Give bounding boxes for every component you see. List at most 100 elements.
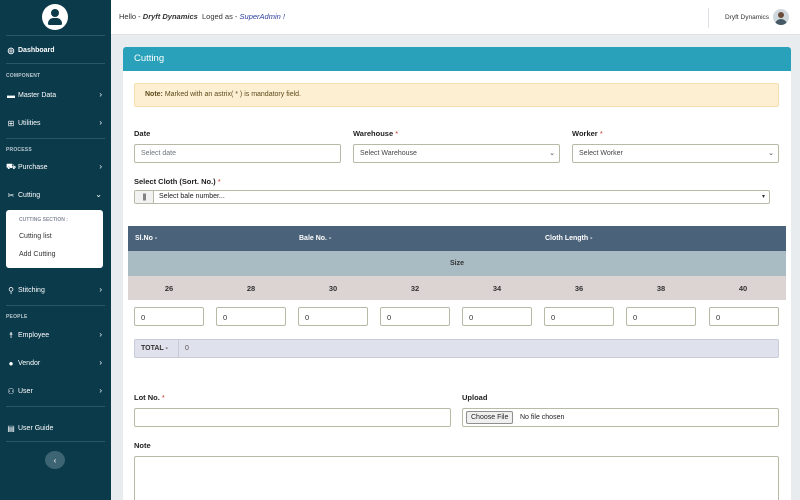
topbar: Hello - Dryft Dynamics Loged as - SuperA… <box>111 0 800 35</box>
warehouse-select[interactable]: Select Warehouse ⌄ <box>353 144 560 163</box>
size-28-qty-input[interactable]: 0 <box>216 307 286 326</box>
size-label: 40 <box>738 284 748 293</box>
size-30-qty-input[interactable]: 0 <box>298 307 368 326</box>
sidebar-item-master-data[interactable]: ▬ Master Data › <box>0 85 111 105</box>
cart-icon: ⛟ <box>5 162 17 171</box>
size-label: 26 <box>164 284 174 293</box>
chevron-right-icon: › <box>99 358 102 367</box>
size-label: 36 <box>574 284 584 293</box>
size-26-qty-input[interactable]: 0 <box>134 307 204 326</box>
size-header: Size <box>128 251 786 276</box>
sidebar-item-stitching[interactable]: ⚲ Stitching › <box>0 280 111 300</box>
lot-label-text: Lot No. <box>134 393 160 402</box>
caret-down-icon: ▾ <box>761 194 765 200</box>
sidebar-item-label: Dashboard <box>18 46 55 54</box>
divider <box>6 138 105 139</box>
note-alert: Note: Marked with an astrix( * ) is mand… <box>134 83 779 107</box>
sidebar-item-label: Stitching <box>18 286 45 294</box>
cloth-label: Select Cloth (Sort. No.) * <box>134 177 221 186</box>
person-icon: ☨ <box>8 330 14 340</box>
dashboard-icon: ◎ <box>7 45 15 55</box>
divider <box>6 406 105 407</box>
size-label: 28 <box>246 284 256 293</box>
section-heading: COMPONENT <box>6 73 41 79</box>
divider <box>6 63 105 64</box>
upload-label: Upload <box>462 393 488 402</box>
section-heading: PEOPLE <box>6 314 28 320</box>
greeting-hello: Hello - <box>119 12 141 21</box>
sidebar-item-label: Purchase <box>18 163 48 171</box>
file-upload[interactable]: Choose File No file chosen <box>462 408 779 427</box>
barcode-icon: ||| <box>135 191 154 203</box>
greeting-logged-as: Loged as - <box>201 12 238 21</box>
sidebar-item-label: User Guide <box>18 424 54 432</box>
sidebar-item-label: Vendor <box>18 359 41 367</box>
cutting-card: Cutting Note: Marked with an astrix( * )… <box>123 47 791 500</box>
sidebar-item-label: Cutting <box>18 191 41 199</box>
column-header-cloth-length: Cloth Length - <box>545 235 593 242</box>
sidebar-item-utilities[interactable]: ⊞ Utilities › <box>0 113 111 133</box>
chevron-right-icon: › <box>99 330 102 339</box>
worker-label: Worker * <box>572 129 603 138</box>
worker-select[interactable]: Select Worker ⌄ <box>572 144 779 163</box>
sidebar-item-label: User <box>18 387 33 395</box>
column-header-bale: Bale No. - <box>299 235 332 242</box>
greeting-role: SuperAdmin ! <box>239 12 285 21</box>
note-textarea[interactable] <box>134 456 779 500</box>
submenu-item-cutting-list[interactable]: Cutting list <box>19 233 52 240</box>
size-label: 32 <box>410 284 420 293</box>
lot-number-input[interactable] <box>134 408 451 427</box>
sidebar-item-label: Employee <box>18 331 50 339</box>
divider <box>6 35 105 36</box>
sidebar-item-vendor[interactable]: ● Vendor › <box>0 353 111 373</box>
size-38-qty-input[interactable]: 0 <box>626 307 696 326</box>
sidebar-item-user[interactable]: ⚇ User › <box>0 381 111 401</box>
size-40-qty-input[interactable]: 0 <box>709 307 779 326</box>
section-heading: PROCESS <box>6 147 32 153</box>
required-mark: * <box>599 129 603 138</box>
user-menu-name[interactable]: Dryft Dynamics <box>725 14 769 21</box>
date-input[interactable]: Select date <box>134 144 341 163</box>
table-header: Sl.No - Bale No. - Cloth Length - <box>128 226 786 251</box>
sidebar-item-purchase[interactable]: ⛟ Purchase › <box>0 157 111 177</box>
greeting-company: Dryft Dynamics <box>142 12 198 21</box>
chevron-down-icon: ⌄ <box>95 190 102 199</box>
submenu-item-add-cutting[interactable]: Add Cutting <box>19 251 56 258</box>
chevron-down-icon: ⌄ <box>768 150 774 157</box>
size-34-qty-input[interactable]: 0 <box>462 307 532 326</box>
divider <box>708 8 709 28</box>
date-label: Date <box>134 129 150 138</box>
size-36-qty-input[interactable]: 0 <box>544 307 614 326</box>
total-label: TOTAL - <box>135 340 179 357</box>
note-alert-text: Marked with an astrix( * ) is mandatory … <box>162 91 301 98</box>
chevron-right-icon: › <box>99 386 102 395</box>
worker-label-text: Worker <box>572 129 598 138</box>
user-avatar-icon[interactable] <box>42 4 68 30</box>
chevron-right-icon: › <box>99 118 102 127</box>
chevron-down-icon: ⌄ <box>549 150 555 157</box>
size-32-qty-input[interactable]: 0 <box>380 307 450 326</box>
sidebar-item-employee[interactable]: ☨ Employee › <box>0 325 111 345</box>
choose-file-button[interactable]: Choose File <box>466 411 514 424</box>
total-value: 0 <box>185 345 189 352</box>
bale-select[interactable]: ||| Select bale number... ▾ <box>134 190 770 204</box>
date-label-text: Date <box>134 129 151 138</box>
size-label: 38 <box>656 284 666 293</box>
sidebar-item-cutting[interactable]: ✂ Cutting ⌄ <box>0 185 111 205</box>
cloth-label-text: Select Cloth (Sort. No.) <box>134 177 216 186</box>
column-header-slno: Sl.No - <box>135 235 158 242</box>
submenu-title: CUTTING SECTION : <box>19 217 68 223</box>
bale-select-value: Select bale number... <box>159 193 225 200</box>
required-mark: * <box>395 129 399 138</box>
sidebar-item-label: Utilities <box>18 119 41 127</box>
sidebar-item-user-guide[interactable]: ▤ User Guide <box>0 418 111 438</box>
avatar[interactable] <box>773 9 789 25</box>
sidebar: ◎ Dashboard COMPONENT ▬ Master Data › ⊞ … <box>0 0 111 500</box>
sidebar-item-dashboard[interactable]: ◎ Dashboard <box>0 40 111 60</box>
sidebar-collapse-button[interactable]: ‹ <box>45 451 65 469</box>
pin-icon: ⚲ <box>8 285 14 295</box>
book-icon: ▤ <box>7 423 15 433</box>
required-mark: * <box>161 393 165 402</box>
warehouse-label: Warehouse * <box>353 129 398 138</box>
warehouse-label-text: Warehouse <box>353 129 394 138</box>
